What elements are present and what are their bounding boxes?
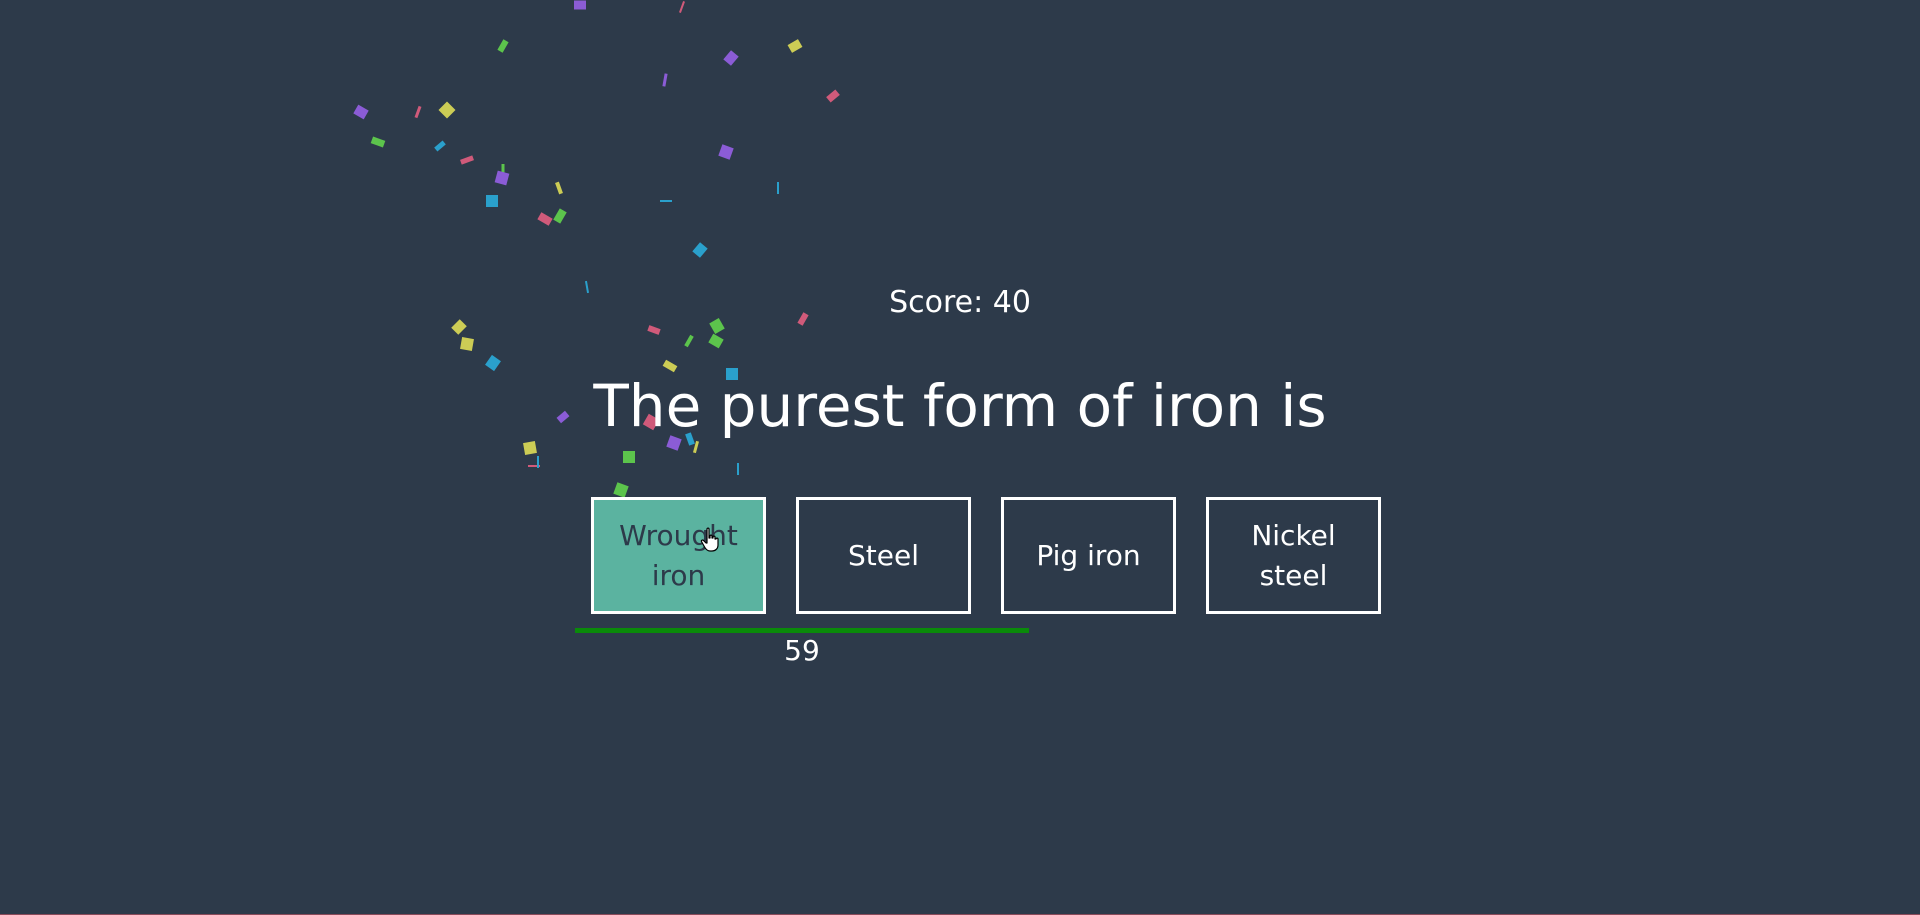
confetti-piece <box>460 155 474 165</box>
confetti-piece <box>787 39 803 53</box>
answer-options: Wrought iron Steel Pig iron Nickel steel <box>591 497 1381 614</box>
confetti-piece <box>497 39 509 53</box>
confetti-piece <box>708 333 724 349</box>
confetti-piece <box>501 164 505 176</box>
confetti-layer <box>353 0 840 514</box>
game-stage: Score: 40 The purest form of iron is Wro… <box>0 0 1920 915</box>
confetti-piece <box>494 170 510 186</box>
confetti-piece <box>660 200 672 202</box>
confetti-piece <box>647 325 661 335</box>
confetti-piece <box>723 50 739 66</box>
confetti-piece <box>777 182 779 194</box>
timer-value: 59 <box>784 634 820 667</box>
answer-button-steel[interactable]: Steel <box>796 497 971 614</box>
confetti-piece <box>623 451 635 463</box>
confetti-piece <box>692 242 708 258</box>
confetti-piece <box>613 482 629 498</box>
confetti-piece <box>537 212 553 226</box>
answer-button-pig-iron[interactable]: Pig iron <box>1001 497 1176 614</box>
confetti-piece <box>679 1 685 13</box>
confetti-piece <box>370 136 386 148</box>
confetti-piece <box>555 181 563 195</box>
hand-pointer-icon <box>700 527 719 552</box>
confetti-piece <box>574 0 586 10</box>
confetti-piece <box>414 105 422 119</box>
answer-button-wrought-iron[interactable]: Wrought iron <box>591 497 766 614</box>
confetti-piece <box>434 140 446 152</box>
confetti-piece <box>826 89 840 103</box>
confetti-piece <box>553 208 567 224</box>
confetti-piece <box>438 101 456 119</box>
confetti-piece <box>537 456 539 468</box>
question-text: The purest form of iron is <box>593 372 1327 440</box>
confetti-piece <box>718 144 734 160</box>
confetti-piece <box>684 334 694 348</box>
confetti-piece <box>737 463 739 475</box>
confetti-piece <box>528 465 540 467</box>
answer-button-nickel-steel[interactable]: Nickel steel <box>1206 497 1381 614</box>
confetti-piece <box>486 195 498 207</box>
confetti-piece <box>353 104 369 120</box>
confetti-piece <box>662 73 668 87</box>
confetti-piece <box>460 337 474 351</box>
score-display: Score: 40 <box>889 285 1031 320</box>
